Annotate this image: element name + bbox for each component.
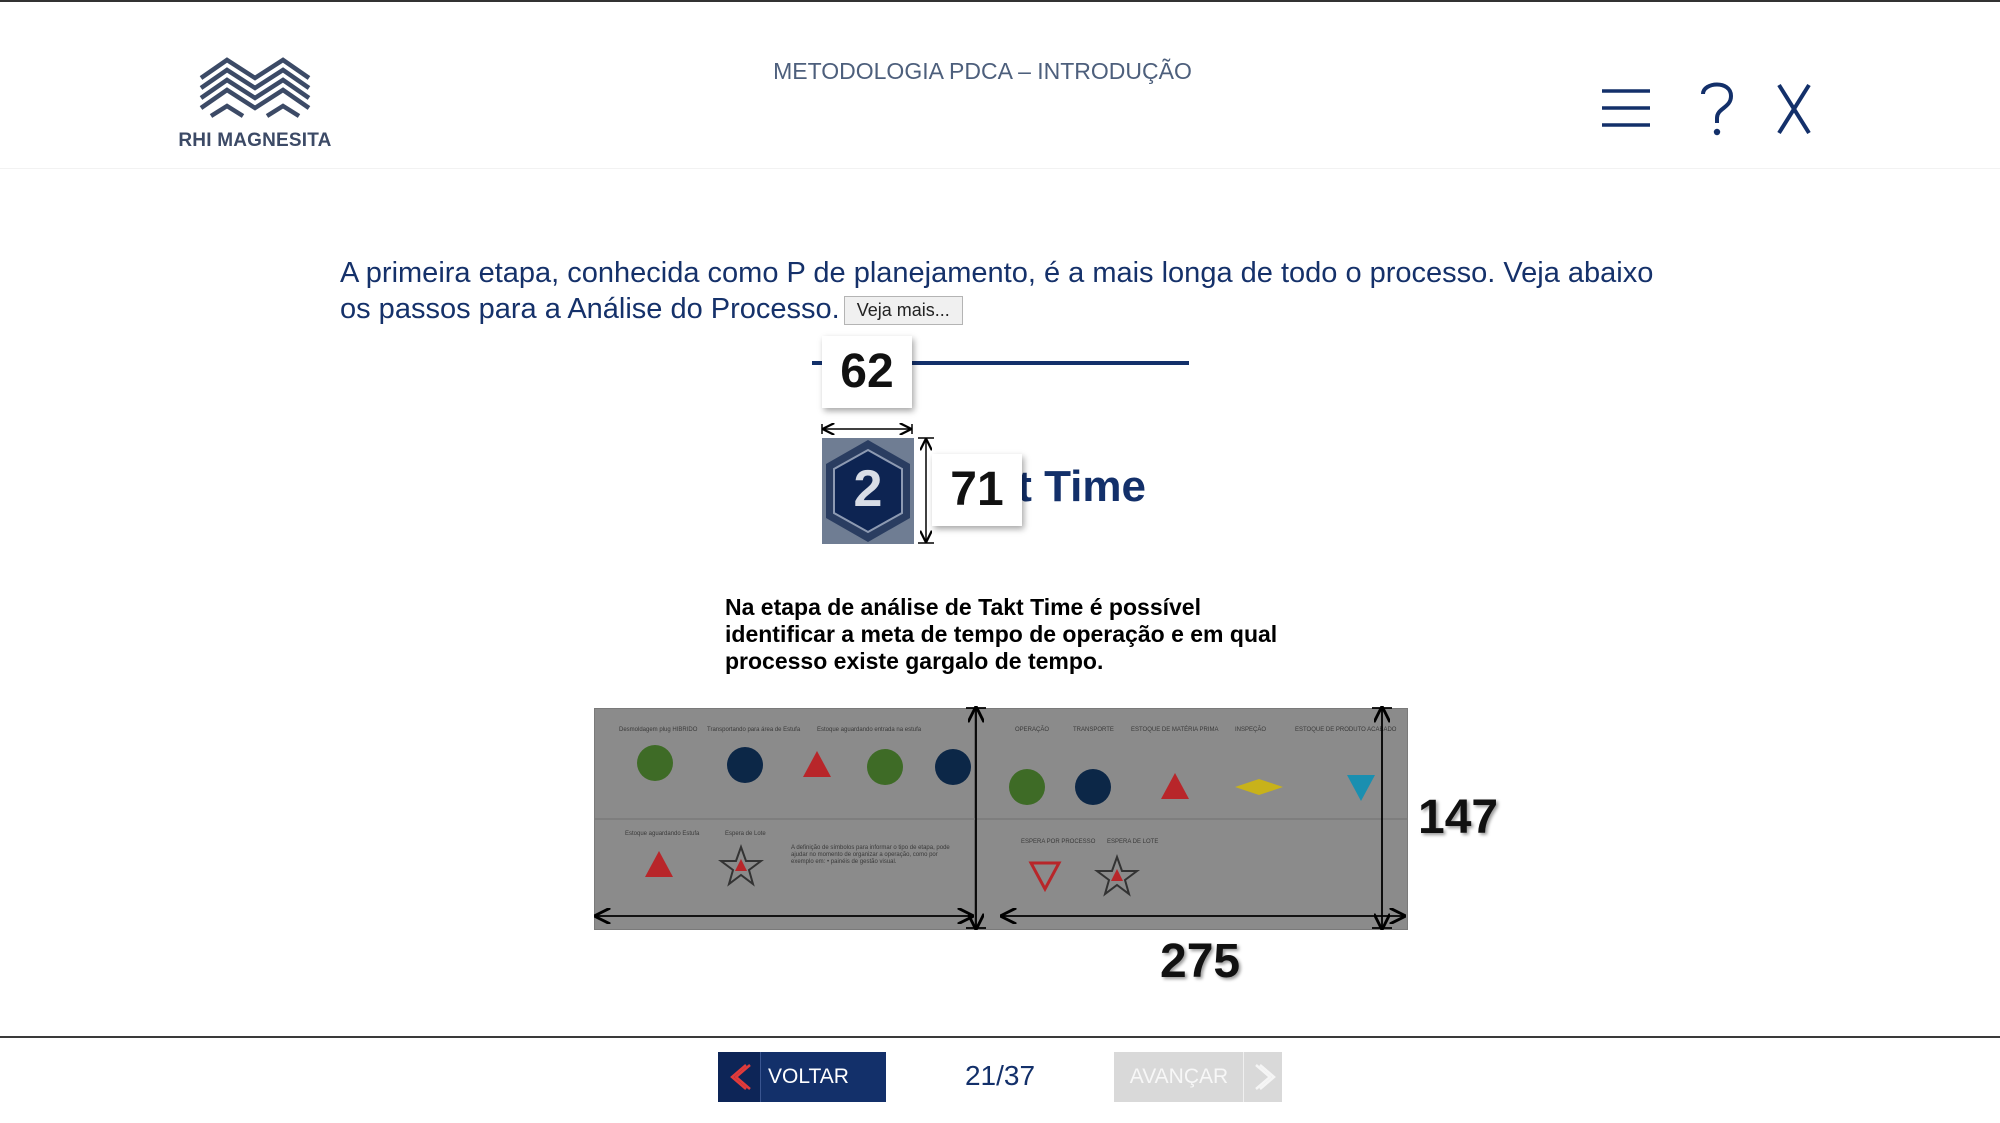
next-button[interactable]: AVANÇAR	[1114, 1052, 1282, 1102]
back-button[interactable]: VOLTAR	[718, 1052, 886, 1102]
slide-content: 2 ıt Time 62 71 Na etapa de análise de T…	[0, 0, 2000, 1123]
figure-height-label: 147	[1418, 791, 1499, 844]
chevron-left-icon	[718, 1052, 761, 1102]
figure-dimension-arrows	[0, 0, 2000, 1123]
figure-width-label: 275	[1160, 935, 1241, 988]
footer-divider	[0, 1036, 2000, 1038]
next-label: AVANÇAR	[1129, 1065, 1229, 1088]
page-indicator: 21/37	[964, 1060, 1036, 1091]
back-label: VOLTAR	[768, 1065, 849, 1088]
chevron-right-icon	[1243, 1052, 1282, 1102]
